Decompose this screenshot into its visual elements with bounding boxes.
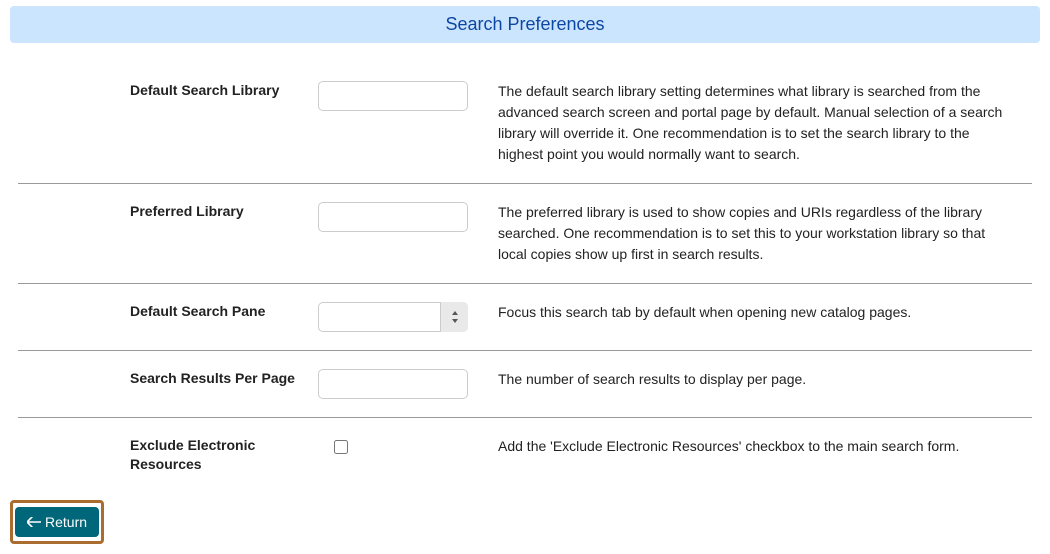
row-preferred-library: Preferred Library The preferred library …	[18, 184, 1032, 284]
label-default-search-library: Default Search Library	[18, 81, 298, 100]
row-search-results-per-page: Search Results Per Page The number of se…	[18, 351, 1032, 418]
page-title: Search Preferences	[10, 6, 1040, 43]
label-preferred-library: Preferred Library	[18, 202, 298, 221]
return-button-highlight: Return	[10, 500, 104, 544]
control-preferred-library	[318, 202, 478, 232]
desc-preferred-library: The preferred library is used to show co…	[498, 202, 1032, 265]
preferred-library-input[interactable]	[318, 202, 468, 232]
control-search-results-per-page	[318, 369, 478, 399]
page-title-text: Search Preferences	[445, 14, 604, 34]
default-search-pane-select[interactable]	[318, 302, 468, 332]
desc-default-search-pane: Focus this search tab by default when op…	[498, 302, 1032, 323]
label-exclude-electronic-resources: Exclude Electronic Resources	[18, 436, 298, 474]
search-results-per-page-input[interactable]	[318, 369, 468, 399]
desc-default-search-library: The default search library setting deter…	[498, 81, 1032, 165]
return-button[interactable]: Return	[15, 507, 99, 537]
control-default-search-pane	[318, 302, 478, 332]
control-default-search-library	[318, 81, 478, 111]
return-button-label: Return	[45, 514, 87, 530]
desc-search-results-per-page: The number of search results to display …	[498, 369, 1032, 390]
label-default-search-pane: Default Search Pane	[18, 302, 298, 321]
desc-exclude-electronic-resources: Add the 'Exclude Electronic Resources' c…	[498, 436, 1032, 457]
preferences-list: Default Search Library The default searc…	[18, 63, 1032, 492]
row-default-search-library: Default Search Library The default searc…	[18, 63, 1032, 184]
row-default-search-pane: Default Search Pane Focus this search ta…	[18, 284, 1032, 351]
arrow-left-icon	[27, 514, 41, 530]
label-search-results-per-page: Search Results Per Page	[18, 369, 298, 388]
control-exclude-electronic-resources	[318, 436, 478, 457]
exclude-electronic-resources-checkbox[interactable]	[334, 440, 348, 454]
default-search-library-input[interactable]	[318, 81, 468, 111]
row-exclude-electronic-resources: Exclude Electronic Resources Add the 'Ex…	[18, 418, 1032, 492]
